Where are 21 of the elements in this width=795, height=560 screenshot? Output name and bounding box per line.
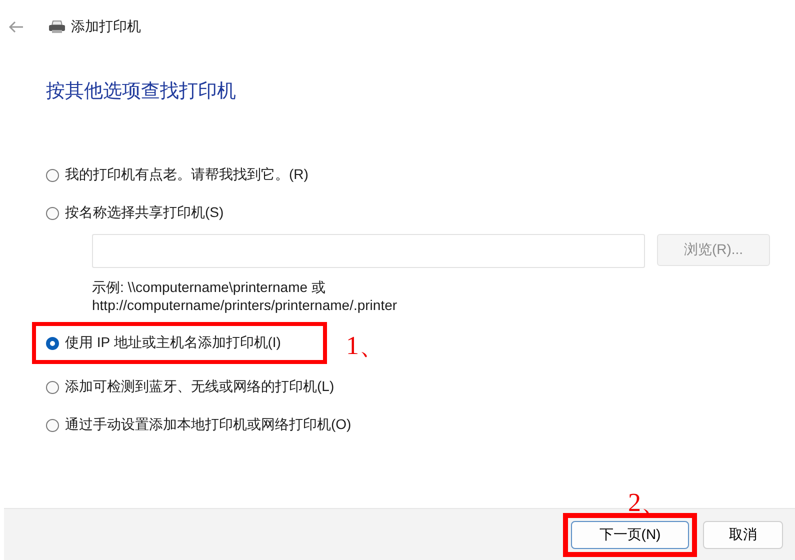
annotation-number: 2、 xyxy=(628,487,667,519)
radio-button[interactable] xyxy=(46,418,59,432)
page-heading: 按其他选项查找打印机 xyxy=(46,80,237,104)
back-arrow-icon[interactable] xyxy=(8,21,24,33)
printer-icon xyxy=(48,20,66,34)
radio-button[interactable] xyxy=(46,168,59,182)
radio-button[interactable] xyxy=(46,336,59,350)
option-label: 通过手动设置添加本地打印机或网络打印机(O) xyxy=(65,416,352,434)
dialog-button[interactable]: 下一页(N) xyxy=(571,520,689,548)
example-text: http://computername/printers/printername/.printer xyxy=(92,296,398,314)
option-label: 添加可检测到蓝牙、无线或网络的打印机(L) xyxy=(65,378,334,396)
option-label: 使用 IP 地址或主机名添加打印机(I) xyxy=(65,334,281,352)
window-title: 添加打印机 xyxy=(71,18,141,36)
printer-name-field[interactable] xyxy=(92,234,645,268)
radio-button[interactable] xyxy=(46,380,59,394)
dialog-button[interactable]: 取消 xyxy=(703,520,783,548)
radio-button[interactable] xyxy=(46,206,59,220)
option-label: 我的打印机有点老。请帮我找到它。(R) xyxy=(65,166,308,184)
option-label: 按名称选择共享打印机(S) xyxy=(65,204,224,222)
example-text: 示例: \\computername\printername 或 xyxy=(92,278,326,296)
annotation-number: 1、 xyxy=(346,330,385,362)
